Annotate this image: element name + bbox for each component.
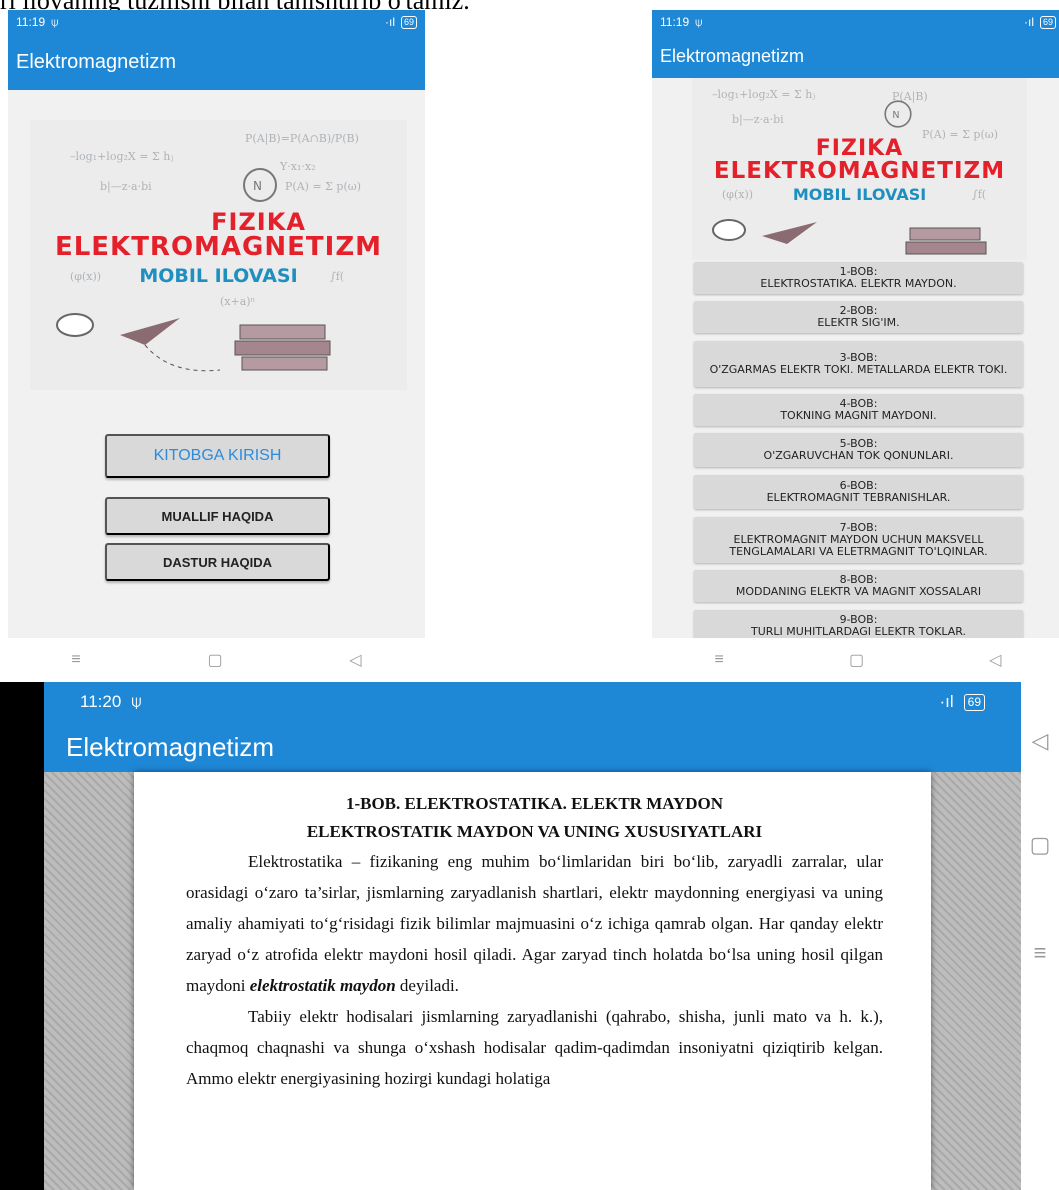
status-bar: 11:20 ⍦ ·ıl 69 [44, 682, 1021, 722]
paragraph-text: deyiladi. [395, 976, 459, 995]
battery-icon: 69 [1039, 15, 1056, 29]
device-bezel [0, 682, 44, 1190]
system-nav-bar: ≡ ▢ ◁ [652, 638, 1059, 682]
reader-screen: 11:20 ⍦ ·ıl 69 Elektromagnetizm 1-BOB. E… [44, 682, 1021, 1190]
status-time: 11:20 [80, 692, 122, 711]
svg-text:N: N [892, 110, 899, 121]
wifi-icon: ⍦ [695, 14, 703, 29]
chapter-title: TOKNING MAGNIT MAYDONI. [780, 409, 937, 422]
chapter-button[interactable]: 2-BOB: ELEKTR SIG'IM. [694, 301, 1023, 333]
battery-icon: 69 [400, 15, 417, 29]
cover-image: –log₁+log₂X = Σ hⱼ P(A|B) P(A) = Σ p(ω) … [692, 78, 1027, 260]
page: ri ilovaning tuzilishi bilan tanishtirib… [0, 0, 1059, 1190]
system-nav-bar: ≡ ▢ ◁ [8, 638, 425, 682]
app-title: Elektromagnetizm [652, 34, 1059, 78]
signal-icon: ·ıl [384, 15, 395, 29]
wifi-icon: ⍦ [51, 14, 59, 29]
chapter-title: O'ZGARUVCHAN TOK QONUNLARI. [763, 449, 954, 462]
tablet-nav-bar: ◁ ▢ ≡ [1021, 682, 1059, 1190]
signal-icon: ·ıl [939, 692, 954, 711]
status-time: 11:19 [660, 15, 690, 29]
pdf-viewer[interactable]: 1-BOB. ELEKTROSTATIKA. ELEKTR MAYDON ELE… [44, 772, 1021, 1190]
menu-nav-icon[interactable]: ≡ [715, 651, 724, 669]
phone-chapter-list: 11:19 ⍦ ·ıl 69 Elektromagnetizm –log₁+lo… [652, 10, 1059, 682]
paper-plane-doodle-icon [56, 313, 221, 372]
paragraph: Elektrostatika – fizikaning eng muhim bo… [186, 846, 883, 1001]
enter-book-button[interactable]: KITOBGA KIRISH [105, 434, 330, 478]
chapter-button[interactable]: 1-BOB: ELEKTROSTATIKA. ELEKTR MAYDON. [694, 262, 1023, 294]
phone-main-menu: 11:19 ⍦ ·ıl 69 Elektromagnetizm –log₁+lo… [8, 10, 425, 682]
app-title: Elektromagnetizm [66, 731, 275, 762]
chapter-button[interactable]: 3-BOB: O'ZGARMAS ELEKTR TOKI. METALLARDA … [694, 341, 1023, 387]
home-nav-icon[interactable]: ▢ [1030, 832, 1051, 858]
chapter-title: ELEKTR SIG'IM. [817, 316, 900, 329]
chapter-heading: 1-BOB. ELEKTROSTATIKA. ELEKTR MAYDON [345, 794, 724, 813]
paragraph: Tabiiy elektr hodisalari jismlarning zar… [186, 1007, 883, 1088]
books-doodle-icon [234, 324, 331, 371]
back-nav-icon[interactable]: ◁ [1032, 728, 1049, 754]
chapter-button[interactable]: 8-BOB: MODDANING ELEKTR VA MAGNIT XOSSALA… [694, 570, 1023, 602]
signal-icon: ·ıl [1023, 15, 1034, 29]
chapter-button[interactable]: 4-BOB: TOKNING MAGNIT MAYDONI. [694, 394, 1023, 426]
about-app-button[interactable]: DASTUR HAQIDA [105, 543, 330, 581]
about-author-button[interactable]: MUALLIF HAQIDA [105, 497, 330, 535]
back-nav-icon[interactable]: ◁ [989, 650, 1001, 670]
svg-text:N: N [253, 179, 262, 193]
paper-plane-doodle-icon [712, 219, 817, 244]
cover-subtitle: MOBIL ILOVASI [792, 185, 927, 204]
chapter-title: TURLI MUHITLARDAGI ELEKTR TOKLAR. [751, 625, 966, 638]
menu-nav-icon[interactable]: ≡ [71, 651, 80, 669]
book-page: 1-BOB. ELEKTROSTATIKA. ELEKTR MAYDON ELE… [134, 772, 931, 1190]
status-bar: 11:19 ⍦ ·ıl 69 [652, 10, 1059, 34]
cover-title-elektromagnetizm: ELEKTROMAGNETIZM [54, 232, 383, 262]
chapter-title: O'ZGARMAS ELEKTR TOKI. METALLARDA ELEKTR… [709, 363, 1008, 376]
emphasized-term: elektrostatik maydon [249, 976, 396, 995]
cover-subtitle: MOBIL ILOVASI [139, 265, 298, 287]
chapter-title: MODDANING ELEKTR VA MAGNIT XOSSALARI [735, 585, 982, 598]
wifi-icon: ⍦ [131, 692, 142, 711]
chapter-title: ELEKTROMAGNIT TEBRANISHLAR. [766, 491, 951, 504]
magnet-doodle-icon: N [884, 100, 912, 128]
chapter-button[interactable]: 6-BOB: ELEKTROMAGNIT TEBRANISHLAR. [694, 475, 1023, 509]
status-bar: 11:19 ⍦ ·ıl 69 [8, 10, 425, 34]
books-doodle-icon [905, 227, 987, 255]
magnet-doodle-icon: N [243, 168, 277, 202]
app-title: Elektromagnetizm [8, 34, 425, 90]
back-nav-icon[interactable]: ◁ [349, 650, 361, 670]
tablet-reader: 11:20 ⍦ ·ıl 69 Elektromagnetizm 1-BOB. E… [0, 682, 1059, 1190]
chapter-title: ELEKTROSTATIKA. ELEKTR MAYDON. [760, 277, 957, 290]
menu-nav-icon[interactable]: ≡ [1034, 940, 1047, 966]
battery-icon: 69 [963, 693, 985, 711]
cover-title-elektromagnetizm: ELEKTROMAGNETIZM [713, 158, 1006, 184]
chapter-button[interactable]: 5-BOB: O'ZGARUVCHAN TOK QONUNLARI. [694, 433, 1023, 467]
status-time: 11:19 [16, 15, 46, 29]
chapter-title: ELEKTROMAGNIT MAYDON UCHUN MAKSVELL TENG… [729, 533, 988, 558]
paragraph-text: Elektrostatika – fizikaning eng muhim bo… [186, 852, 883, 995]
chapter-button[interactable]: 7-BOB: ELEKTROMAGNIT MAYDON UCHUN MAKSVEL… [694, 517, 1023, 563]
section-heading: ELEKTROSTATIK MAYDON VA UNING XUSUSIYATL… [306, 822, 763, 841]
cover-image: –log₁+log₂X = Σ hⱼ P(A|B)=P(A∩B)/P(B) Y·… [30, 120, 407, 390]
home-nav-icon[interactable]: ▢ [849, 650, 864, 670]
home-nav-icon[interactable]: ▢ [207, 650, 222, 670]
